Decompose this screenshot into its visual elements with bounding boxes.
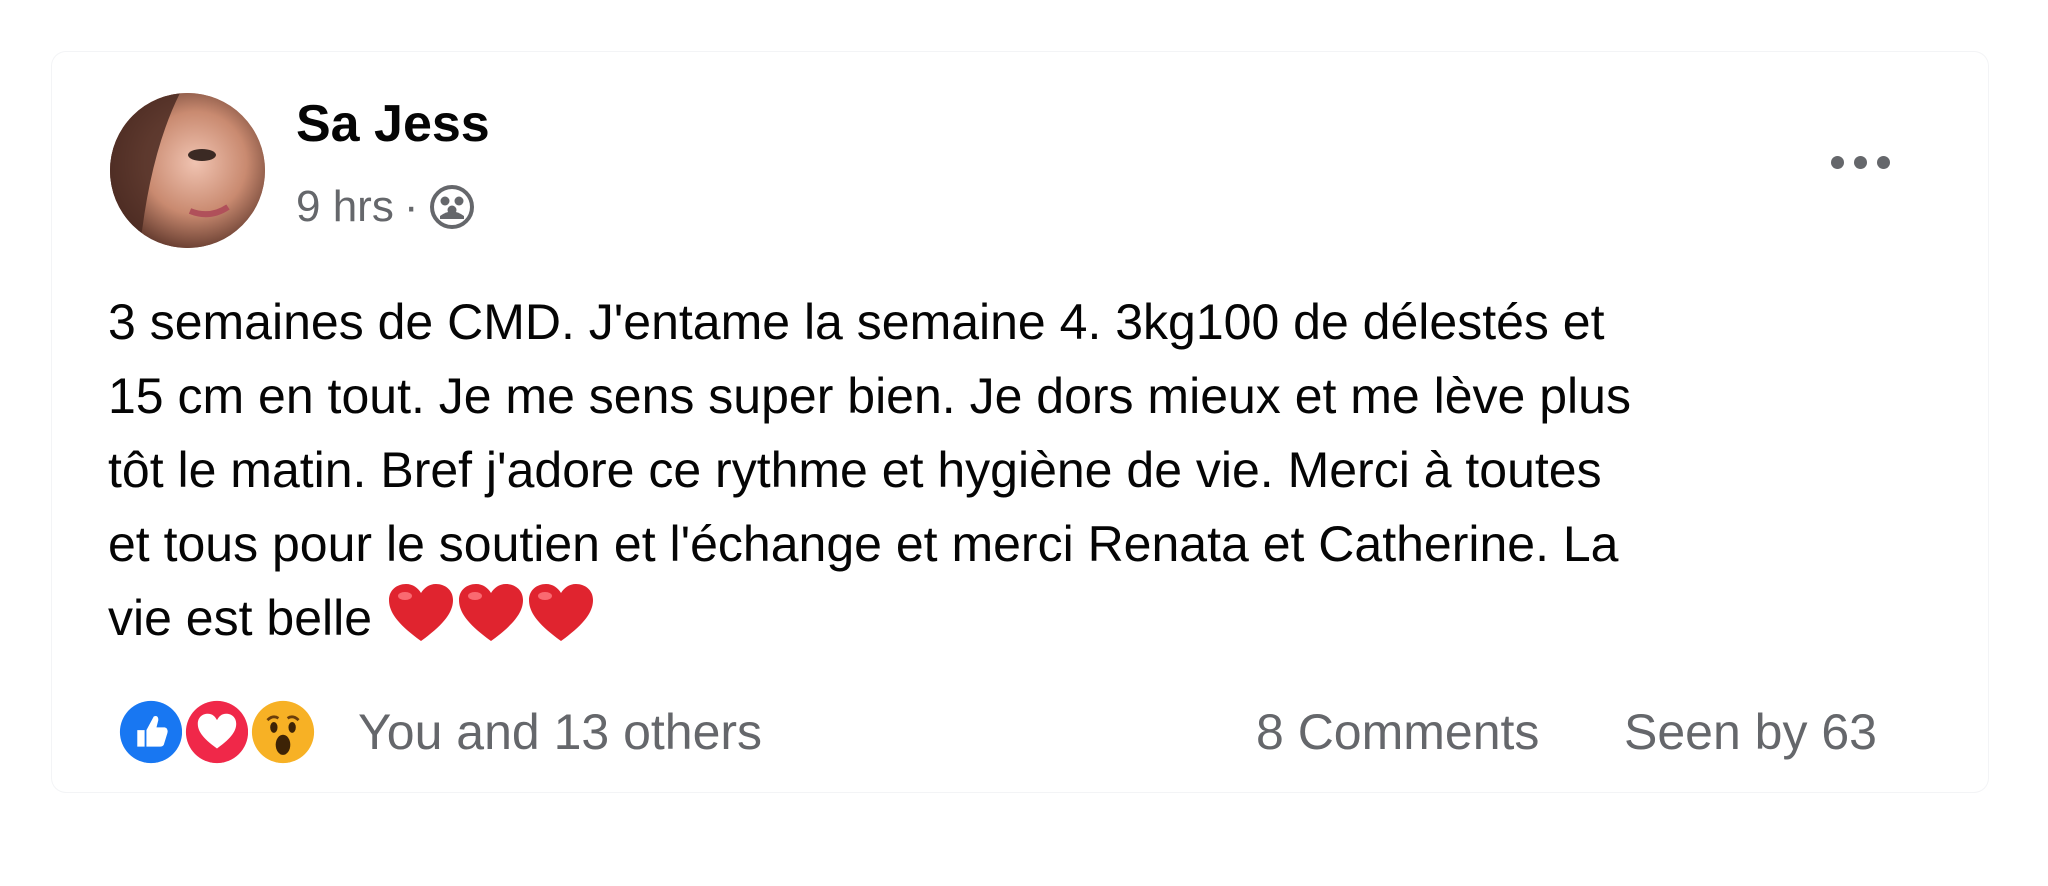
meta-separator: · bbox=[403, 182, 419, 231]
love-icon bbox=[182, 697, 252, 767]
post-meta: 9 hrs · bbox=[296, 181, 476, 233]
wow-icon bbox=[248, 697, 318, 767]
more-options-icon-dot bbox=[1853, 155, 1867, 169]
author-name[interactable]: Sa Jess bbox=[296, 98, 490, 150]
heart-emoji-icon bbox=[388, 584, 453, 641]
avatar-photo bbox=[110, 93, 265, 248]
post-timestamp[interactable]: 9 hrs bbox=[296, 182, 394, 232]
reactions-summary[interactable]: You and 13 others bbox=[358, 700, 762, 764]
heart-emojis bbox=[386, 581, 596, 645]
more-options-icon bbox=[1830, 155, 1844, 169]
reaction-icons[interactable] bbox=[116, 696, 318, 768]
post-text: 3 semaines de CMD. J'entame la semaine 4… bbox=[108, 294, 1631, 646]
seen-count[interactable]: Seen by 63 bbox=[1624, 700, 1877, 764]
comments-count[interactable]: 8 Comments bbox=[1256, 700, 1539, 764]
post-body: 3 semaines de CMD. J'entame la semaine 4… bbox=[108, 285, 1988, 655]
heart-emoji-icon bbox=[528, 584, 593, 641]
more-options-icon-dot bbox=[1876, 155, 1890, 169]
like-icon bbox=[116, 697, 186, 767]
heart-emoji-icon bbox=[458, 584, 523, 641]
more-options-button[interactable] bbox=[1820, 142, 1900, 182]
author-avatar[interactable] bbox=[110, 93, 265, 248]
group-icon[interactable] bbox=[428, 183, 476, 231]
